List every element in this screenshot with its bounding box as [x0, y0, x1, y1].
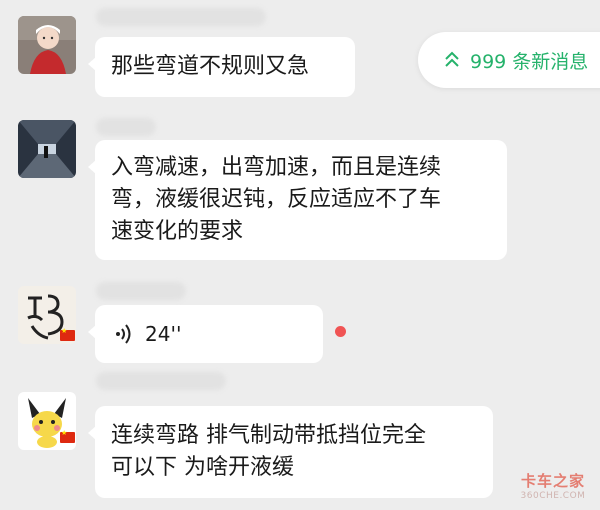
message-text: 那些弯道不规则又急 [111, 54, 310, 79]
avatar-child[interactable] [18, 16, 76, 74]
watermark-brand: 卡车之家 [520, 472, 585, 490]
message-bubble[interactable]: 那些弯道不规则又急 [88, 37, 355, 97]
voice-message-bubble[interactable]: 24'' [88, 305, 323, 363]
china-flag-icon [60, 327, 75, 341]
sender-name-blurred [96, 8, 266, 26]
voice-wave-icon [116, 324, 131, 344]
message-text-line: 弯，液缓很迟钝，反应适应不了车 [111, 187, 442, 212]
message-text-line: 入弯减速，出弯加速，而且是连续 [111, 155, 442, 180]
new-messages-label: 999 条新消息 [470, 51, 589, 73]
message-bubble[interactable]: 连续弯路 排气制动带抵挡位完全 可以下 为啥开液缓 [88, 406, 493, 498]
watermark-domain: 360CHE.COM [520, 491, 586, 501]
avatar-corridor[interactable] [18, 120, 76, 178]
message-text-line: 可以下 为啥开液缓 [111, 455, 294, 480]
message-text-line: 速变化的要求 [111, 219, 244, 244]
voice-duration: 24'' [145, 322, 182, 346]
message-text-line: 连续弯路 排气制动带抵挡位完全 [111, 423, 426, 448]
unread-voice-dot [335, 326, 346, 337]
sender-name-blurred [96, 118, 156, 136]
new-messages-button[interactable]: 999 条新消息 [418, 32, 600, 88]
sender-name-blurred [96, 282, 186, 300]
watermark: 卡车之家 360CHE.COM [508, 470, 598, 501]
china-flag-icon [60, 429, 75, 443]
message-bubble[interactable]: 入弯减速，出弯加速，而且是连续 弯，液缓很迟钝，反应适应不了车 速变化的要求 [88, 140, 507, 260]
double-chevron-up-icon [445, 51, 459, 67]
sender-name-blurred [96, 372, 226, 390]
